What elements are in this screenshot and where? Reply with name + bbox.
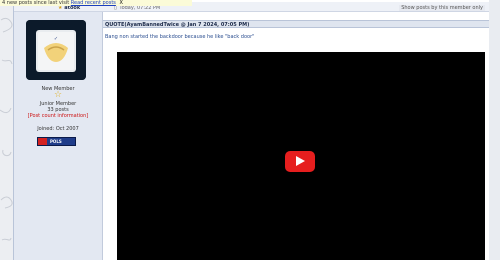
post-content: QUOTE(AyamBannedTwice @ Jan 7 2024, 07:0… [103,12,489,260]
avatar-image: ✓ [26,20,86,80]
right-page-margin [489,0,500,260]
flag-badge-label: POLS [50,139,62,144]
user-avatar[interactable]: ✓ [26,20,86,80]
country-flag-badge: POLS [37,137,76,146]
flag-red-block [38,138,47,145]
user-info-column: ✓ New Member ☆ Junior Member 33 posts [P… [14,12,103,260]
youtube-play-icon[interactable] [285,151,315,172]
embedded-video-player[interactable] [117,52,485,260]
notification-close-button[interactable]: X [120,0,123,6]
post-count-info-link[interactable]: [Post count information] [14,113,102,119]
svg-text:✓: ✓ [54,36,58,42]
read-recent-posts-link[interactable]: Read recent posts [71,0,116,6]
rank-star-icon: ☆ [53,90,63,100]
notification-text: 4 new posts since last visit [2,0,70,6]
new-posts-notification: 4 new posts since last visit Read recent… [0,0,192,6]
member-joined-date: Joined: Oct 2007 [37,126,79,132]
quote-body-text: Bang non started the backdoor because he… [105,34,255,40]
forum-post: ★ atook ▯ Today, 07:22 PM Show posts by … [13,0,490,260]
play-triangle [296,156,305,166]
quote-header: QUOTE(AyamBannedTwice @ Jan 7 2024, 07:0… [103,20,489,28]
show-member-posts-button[interactable]: Show posts by this member only [399,5,485,11]
